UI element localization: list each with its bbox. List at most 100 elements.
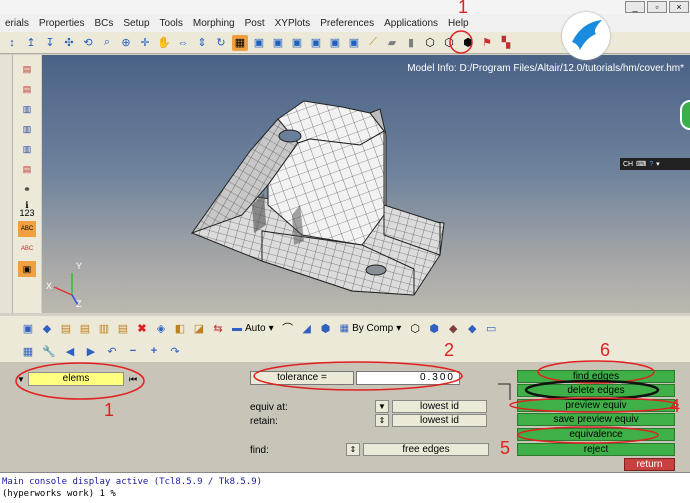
input-ch-label[interactable]: CH (623, 161, 633, 168)
plus-icon[interactable]: + (146, 343, 162, 359)
left-tool-5-icon[interactable]: ▥ (18, 141, 36, 157)
arrows-horizontal-icon[interactable]: ⇔ (175, 35, 191, 51)
material-icon[interactable]: ▤ (58, 320, 74, 336)
zoom-icon[interactable]: ⊕ (118, 35, 134, 51)
delete-edges-button[interactable]: delete edges (517, 384, 675, 397)
tolerance-field[interactable]: 0.300 (356, 371, 460, 385)
monitor-icon[interactable]: ▭ (483, 320, 499, 336)
wing-icon[interactable]: ◢ (299, 320, 315, 336)
retain-select[interactable]: lowest id (392, 414, 487, 427)
flag-icon[interactable]: ⚑ (479, 35, 495, 51)
save-preview-equiv-button[interactable]: save preview equiv (517, 413, 675, 426)
menu-bcs[interactable]: BCs (89, 18, 118, 29)
reset-selection-icon[interactable]: ⏮ (124, 374, 142, 385)
tolerance-button[interactable]: tolerance = (250, 371, 354, 385)
abc-label-icon[interactable]: ABC (18, 221, 36, 237)
tcl-console[interactable]: Main console display active (Tcl8.5.9 / … (0, 472, 690, 503)
graphics-viewport[interactable]: Model Info: D:/Program Files/Altair/12.0… (42, 55, 690, 313)
menu-xyplots[interactable]: XYPlots (270, 18, 316, 29)
axis-rotate-icon[interactable]: ⟲ (80, 35, 96, 51)
arrow-right-icon[interactable]: ▶ (83, 343, 99, 359)
organize-icon[interactable]: ◪ (191, 320, 207, 336)
menu-applications[interactable]: Applications (379, 18, 443, 29)
restore-button[interactable]: ▫ (647, 1, 667, 13)
plane-icon[interactable]: ◆ (445, 320, 461, 336)
equiv-at-arrow-icon[interactable]: ▼ (375, 400, 389, 413)
shaded-cube-icon[interactable]: ⬢ (426, 320, 442, 336)
cube-shaded-icon[interactable]: ⬢ (460, 35, 476, 51)
view-back-icon[interactable]: ▣ (270, 35, 286, 51)
axis-iso-icon[interactable]: ✣ (61, 35, 77, 51)
menu-materials[interactable]: erials (0, 18, 34, 29)
pan-cross-icon[interactable]: ✛ (137, 35, 153, 51)
preview-equiv-button[interactable]: preview equiv (517, 399, 675, 412)
menu-setup[interactable]: Setup (118, 18, 154, 29)
menu-properties[interactable]: Properties (34, 18, 90, 29)
info-number-icon[interactable]: ℹ 123 (18, 201, 36, 218)
find-select[interactable]: free edges (363, 443, 489, 456)
line-tool-icon[interactable]: ⟋ (365, 35, 381, 51)
left-tool-last-icon[interactable]: ▣ (18, 261, 36, 277)
left-tool-3-icon[interactable]: ▥ (18, 101, 36, 117)
help-icon[interactable]: ? (649, 161, 653, 168)
equivalence-button[interactable]: equivalence (517, 428, 675, 441)
view-left-icon[interactable]: ▣ (289, 35, 305, 51)
zoom-window-icon[interactable]: ⌕ (99, 35, 115, 51)
component-icon[interactable]: ▣ (20, 320, 36, 336)
arrow-left-icon[interactable]: ◀ (62, 343, 78, 359)
keyboard-icon[interactable]: ⌨ (636, 160, 646, 168)
hand-pan-icon[interactable]: ✋ (156, 35, 172, 51)
by-comp-dropdown[interactable]: ▦ By Comp ▾ (337, 320, 405, 336)
loadcol-icon[interactable]: ▥ (96, 320, 112, 336)
menu-help[interactable]: Help (443, 18, 474, 29)
view-front-icon[interactable]: ▣ (251, 35, 267, 51)
find-icon[interactable]: ◧ (172, 320, 188, 336)
reject-button[interactable]: reject (517, 443, 675, 456)
grid-icon[interactable]: ▦ (20, 343, 36, 359)
find-arrow-icon[interactable]: ⇕ (346, 443, 360, 456)
redo-icon[interactable]: ↷ (167, 343, 183, 359)
view-fit-icon[interactable]: ▦ (232, 34, 248, 51)
property-icon[interactable]: ▤ (77, 320, 93, 336)
rotate-icon[interactable]: ↻ (213, 35, 229, 51)
left-tool-1-icon[interactable]: ▤ (18, 61, 36, 77)
surface-tool-icon[interactable]: ▰ (384, 35, 400, 51)
cube-icon[interactable]: ⬡ (441, 35, 457, 51)
menu-morphing[interactable]: Morphing (188, 18, 240, 29)
assembly-icon[interactable]: ◆ (39, 320, 55, 336)
axis-xz-icon[interactable]: ↧ (42, 35, 58, 51)
menu-tools[interactable]: Tools (155, 18, 188, 29)
axis-yz-icon[interactable]: ↥ (23, 35, 39, 51)
find-edges-button[interactable]: find edges (517, 370, 675, 383)
entity-type-arrow-icon[interactable]: ▼ (14, 375, 28, 384)
system-icon[interactable]: ▤ (115, 320, 131, 336)
wrench-icon[interactable]: 🔧 (41, 343, 57, 359)
binoculars-icon[interactable]: ⚭ (18, 181, 36, 197)
mesh-icon[interactable]: ▚ (498, 35, 514, 51)
arrows-vertical-icon[interactable]: ⇕ (194, 35, 210, 51)
cylinder-icon[interactable]: ▮ (403, 35, 419, 51)
axis-xy-icon[interactable]: ↕ (4, 35, 20, 51)
mask-icon[interactable]: ◈ (153, 320, 169, 336)
elems-collector[interactable]: elems (28, 372, 124, 386)
return-button[interactable]: return (624, 458, 675, 471)
menu-preferences[interactable]: Preferences (315, 18, 379, 29)
view-bottom-icon[interactable]: ▣ (327, 35, 343, 51)
view-top-icon[interactable]: ▣ (346, 35, 362, 51)
undo-icon[interactable]: ↶ (104, 343, 120, 359)
menu-icon[interactable]: ▾ (656, 160, 660, 168)
close-button[interactable]: × (669, 1, 689, 13)
minimize-button[interactable]: _ (625, 1, 645, 13)
auto-dropdown[interactable]: ▬ Auto ▾ (229, 320, 277, 336)
cube-wire-icon[interactable]: ⬡ (422, 35, 438, 51)
delete-icon[interactable]: ✖ (134, 320, 150, 336)
abc-down-icon[interactable]: ABC (18, 241, 36, 257)
side-tab-button[interactable] (680, 100, 690, 130)
retain-arrow-icon[interactable]: ⇕ (375, 414, 389, 427)
view-right-icon[interactable]: ▣ (308, 35, 324, 51)
equiv-at-select[interactable]: lowest id (392, 400, 487, 413)
transfer-icon[interactable]: ⇆ (210, 320, 226, 336)
cube-blue-icon[interactable]: ⬢ (318, 320, 334, 336)
diamond-icon[interactable]: ◆ (464, 320, 480, 336)
minus-icon[interactable]: − (125, 343, 141, 359)
